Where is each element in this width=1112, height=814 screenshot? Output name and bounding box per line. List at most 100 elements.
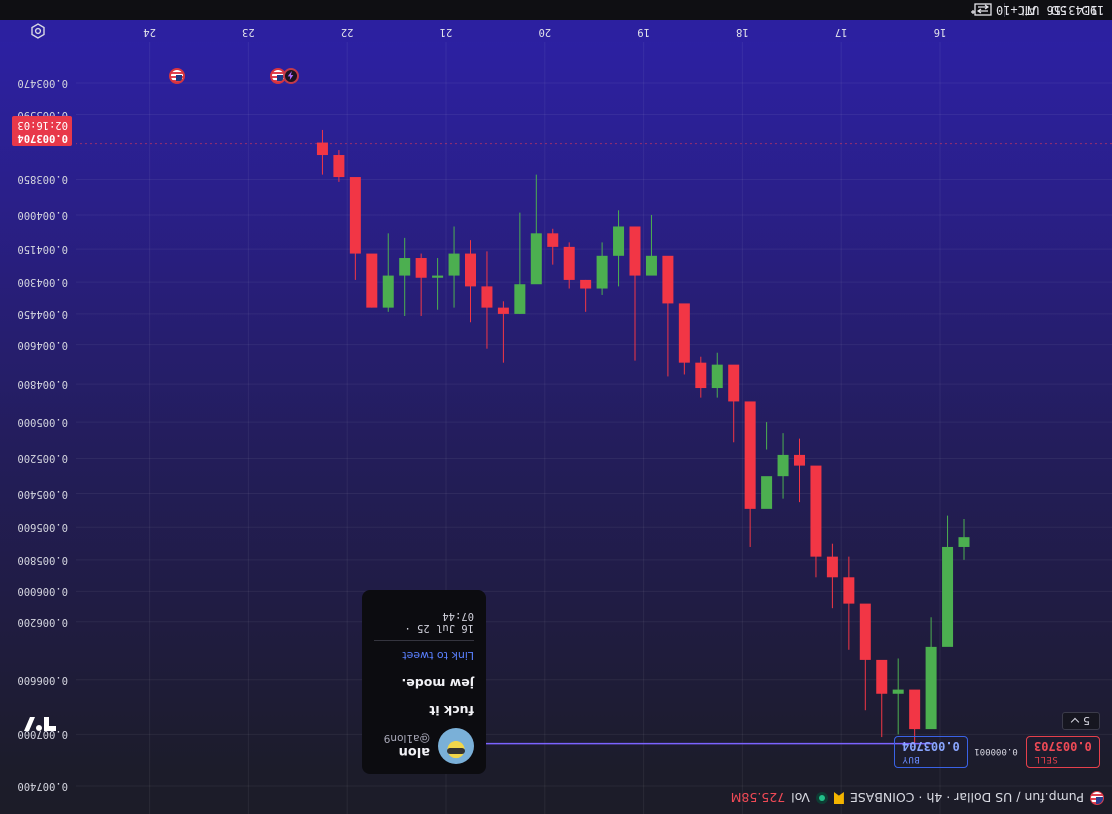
candle-body	[958, 537, 970, 547]
candle-down	[794, 438, 805, 503]
candle-body	[695, 362, 707, 389]
price-tick-label: 0.005000	[17, 416, 68, 429]
candle-body	[596, 255, 608, 289]
candle-down	[547, 228, 559, 265]
price-tick-label: 0.004300	[17, 276, 68, 289]
tweet-header: alon @a1lon9	[374, 728, 474, 764]
price-tick-label: 0.005200	[17, 452, 68, 465]
tweet-text-line: jew mode.	[401, 676, 474, 691]
time-tick-label: 19	[637, 26, 650, 38]
candle-body	[349, 177, 361, 254]
avatar	[438, 728, 474, 764]
sell-price: 0.003703	[1034, 739, 1092, 753]
candle-up	[958, 518, 970, 560]
price-tick-label: 0.005800	[17, 553, 68, 566]
candle-down	[859, 603, 871, 711]
candle-body	[892, 689, 904, 694]
candle-down	[465, 240, 476, 323]
candle-body	[415, 258, 427, 278]
candle-up	[514, 212, 526, 314]
candle-body	[859, 603, 871, 660]
event-lightning-marker[interactable]	[283, 68, 299, 84]
bar-countdown: 02:16:03	[17, 119, 68, 131]
time-tick-label: 18	[736, 26, 749, 38]
candle-body	[580, 279, 592, 289]
candle-body	[909, 689, 921, 730]
candle-up	[645, 214, 657, 276]
buy-label: BUY	[902, 754, 920, 764]
symbol-title[interactable]: Pump.fun / US Dollar · 4h · COINBASE	[850, 791, 1084, 806]
candle-up	[596, 242, 608, 295]
time-tick-label: 20	[538, 26, 552, 38]
volume-value: 725.58M	[730, 790, 786, 806]
candle-up	[777, 433, 789, 499]
candle-down	[366, 253, 378, 308]
candle-body	[925, 646, 937, 730]
candle-down	[876, 659, 888, 738]
chart-window: Pump.fun / US Dollar · 4h · COINBASE Vol…	[0, 0, 1112, 814]
price-tick-label: 0.006600	[17, 673, 68, 686]
buy-button[interactable]: BUY 0.003704	[894, 736, 968, 768]
time-tick-label: 22	[340, 26, 354, 38]
candle-body	[629, 226, 641, 276]
price-chart[interactable]	[76, 42, 1112, 814]
last-price-tag: 0.003704 02:16:03	[12, 116, 72, 146]
lightning-icon	[834, 792, 844, 804]
event-flag-marker[interactable]	[169, 68, 185, 84]
candle-up	[448, 226, 460, 308]
candle-body	[497, 307, 509, 314]
sell-button[interactable]: SELL 0.003703	[1026, 736, 1100, 768]
price-axis[interactable]: 0.007400 0.007000 0.006600 0.006200 0.006000…	[0, 42, 76, 814]
time-tick-label: 21	[439, 26, 453, 38]
candle-down	[695, 356, 707, 398]
candle-body	[465, 253, 476, 287]
candle-body	[563, 246, 575, 280]
price-tick-label: 0.005400	[17, 487, 68, 500]
candle-body	[761, 476, 773, 509]
candle-body	[547, 233, 559, 247]
candle-down	[826, 543, 838, 609]
gear-icon[interactable]	[30, 23, 46, 39]
candle-up	[892, 658, 904, 735]
candle-down	[744, 401, 756, 547]
time-tick-label: 17	[834, 26, 848, 38]
price-tick-label: 0.004600	[17, 338, 68, 351]
time-tick-label: 16	[933, 26, 947, 38]
candle-body	[876, 659, 888, 694]
candle-body	[432, 275, 444, 278]
candle-down	[629, 226, 641, 361]
candle-body	[777, 454, 789, 477]
candle-body	[942, 546, 954, 647]
flag-icon	[1090, 791, 1104, 805]
sell-label: SELL	[1034, 754, 1058, 764]
price-tick-label: 0.003470	[17, 77, 68, 89]
candle-body	[810, 465, 822, 557]
candle-body	[530, 233, 542, 285]
tweet-card[interactable]: alon @a1lon9 fuck it jew mode. Link to t…	[362, 590, 486, 774]
candle-down	[415, 253, 427, 316]
compare-icon[interactable]	[970, 3, 993, 17]
price-tick-label: 0.004000	[17, 208, 68, 221]
candle-down	[728, 364, 740, 443]
candle-body	[613, 226, 625, 256]
symbol-legend[interactable]: Pump.fun / US Dollar · 4h · COINBASE Vol…	[731, 788, 1104, 808]
chevron-down-icon	[1070, 718, 1080, 727]
candle-body	[399, 258, 411, 276]
candle-down	[843, 556, 855, 650]
candle-down	[349, 177, 361, 280]
candle-down	[316, 129, 328, 175]
price-tick-label: 0.004450	[17, 307, 68, 320]
price-tick-label: 0.006200	[17, 615, 68, 628]
tweet-link[interactable]: Link to tweet	[374, 649, 474, 662]
candle-body	[744, 401, 756, 509]
tradingview-logo-icon	[24, 717, 56, 731]
bottom-toolbar: 1D 5D All 19:43:56 UTC+10	[0, 0, 1112, 20]
scale-dropdown[interactable]: 5	[1062, 712, 1100, 730]
time-tick-label: 23	[242, 26, 255, 38]
price-tick-label: 0.004800	[17, 378, 68, 391]
price-tick-label: 0.004150	[17, 243, 68, 256]
price-tick-label: 0.003850	[17, 173, 68, 186]
status-dot-icon	[815, 792, 828, 804]
candle-down	[662, 255, 674, 377]
candle-body	[728, 364, 740, 402]
